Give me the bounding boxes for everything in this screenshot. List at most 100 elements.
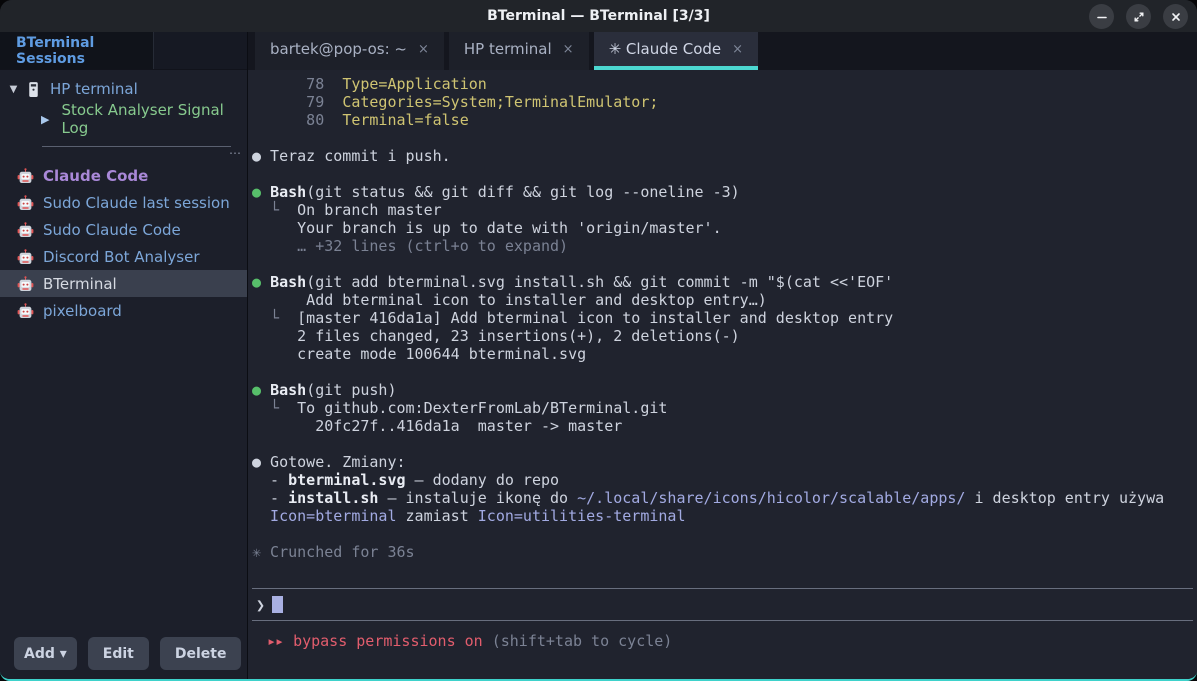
sidebar-divider-handle[interactable]: … bbox=[0, 134, 247, 160]
terminal-text-segment: ✳ Crunched for 36s bbox=[252, 543, 415, 561]
session-item-label: pixelboard bbox=[43, 302, 122, 320]
session-item-label: BTerminal bbox=[43, 275, 117, 293]
robot-icon bbox=[17, 222, 34, 238]
delete-button[interactable]: Delete bbox=[160, 637, 242, 670]
terminal-text-segment: 20fc27f..416da1a master -> master bbox=[252, 417, 622, 435]
robot-icon bbox=[17, 303, 34, 319]
terminal-text-segment: ● bbox=[252, 381, 270, 399]
maximize-button[interactable] bbox=[1126, 4, 1151, 29]
terminal-text-segment: On branch master bbox=[297, 201, 442, 219]
tree-item-stock-analyser-signal-log[interactable]: ▶ Stock Analyser Signal Log bbox=[0, 104, 247, 134]
terminal-text-segment: Add bterminal icon to installer and desk… bbox=[252, 291, 767, 309]
terminal-text-segment: zamiast bbox=[397, 507, 478, 525]
text-cursor bbox=[272, 596, 283, 613]
permissions-status-line: ▸▸ bypass permissions on (shift+tab to cyc… bbox=[252, 632, 1193, 650]
tree-item-label: HP terminal bbox=[50, 80, 138, 98]
terminal-text-segment: ● bbox=[252, 273, 270, 291]
tree-item-hp-terminal[interactable]: ▼ HP terminal bbox=[0, 74, 247, 104]
terminal-text-segment: 78 bbox=[252, 75, 342, 93]
divider-dots-icon: … bbox=[229, 143, 242, 157]
terminal-text-segment: Terminal=false bbox=[342, 111, 468, 129]
tree-item-label: Stock Analyser Signal Log bbox=[61, 101, 247, 137]
terminal-text-segment: Bash bbox=[270, 381, 306, 399]
terminal-text-segment: ~/.local/share/icons/hicolor/scalable/ap… bbox=[577, 489, 965, 507]
terminal-text-segment: ● Gotowe. Zmiany: bbox=[252, 453, 406, 471]
divider-line bbox=[42, 146, 231, 147]
terminal-text-segment: Icon=bterminal bbox=[252, 507, 397, 525]
terminal-text-segment: └ bbox=[252, 201, 297, 219]
robot-icon bbox=[17, 276, 34, 292]
play-icon: ▶ bbox=[41, 113, 49, 126]
terminal-text-segment: To github.com:DexterFromLab/BTerminal.gi… bbox=[297, 399, 667, 417]
terminal-text-segment: Icon=utilities-terminal bbox=[478, 507, 686, 525]
computer-icon bbox=[27, 81, 41, 98]
terminal-text-segment: i desktop entry używa bbox=[965, 489, 1164, 507]
session-item-bterminal[interactable]: BTerminal bbox=[0, 270, 247, 297]
terminal-text-segment: └ bbox=[252, 309, 297, 327]
tab-hp-terminal[interactable]: HP terminal × bbox=[449, 32, 589, 70]
session-item-sudo-claude-code[interactable]: Sudo Claude Code bbox=[0, 216, 247, 243]
terminal-text-segment: - bbox=[252, 489, 288, 507]
terminal-text-segment: Categories=System;TerminalEmulator; bbox=[342, 93, 658, 111]
window-title: BTerminal — BTerminal [3/3] bbox=[487, 8, 710, 24]
collapse-arrow-icon[interactable]: ▼ bbox=[5, 84, 22, 95]
session-tree: ▼ HP terminal ▶ Stock Analyser Signal Lo… bbox=[0, 70, 247, 160]
terminal-text-segment: 2 files changed, 23 insertions(+), 2 del… bbox=[252, 327, 740, 345]
titlebar[interactable]: BTerminal — BTerminal [3/3] bbox=[0, 0, 1197, 32]
sidebar-button-row: Add ▾ Edit Delete bbox=[14, 637, 241, 670]
sidebar-header: BTerminal Sessions bbox=[0, 32, 247, 70]
terminal-text-segment: bterminal.svg bbox=[288, 471, 405, 489]
terminal-text-segment: create mode 100644 bterminal.svg bbox=[252, 345, 586, 363]
double-arrow-icon: ▸▸ bbox=[267, 632, 283, 650]
add-button[interactable]: Add ▾ bbox=[14, 637, 77, 670]
tab-close-icon[interactable]: × bbox=[563, 42, 574, 57]
tab-bar: bartek@pop-os: ~×HP terminal×✳ Claude Co… bbox=[248, 32, 1197, 70]
tab-close-icon[interactable]: × bbox=[418, 42, 429, 57]
terminal-text-segment: (git status && git diff && git log --one… bbox=[306, 183, 739, 201]
session-item-pixelboard[interactable]: pixelboard bbox=[0, 297, 247, 324]
terminal-text-segment: - bbox=[252, 471, 288, 489]
terminal-pane[interactable]: 78 Type=Application 79 Categories=System… bbox=[248, 70, 1197, 679]
terminal-text-segment: └ bbox=[252, 399, 297, 417]
robot-icon bbox=[17, 249, 34, 265]
terminal-text-segment: ● Teraz commit i push. bbox=[252, 147, 451, 165]
tab-bartek-pop-os[interactable]: bartek@pop-os: ~ × bbox=[255, 32, 444, 70]
session-item-claude-code[interactable]: Claude Code bbox=[0, 162, 247, 189]
session-item-discord-bot-analyser[interactable]: Discord Bot Analyser bbox=[0, 243, 247, 270]
tab-claude-code[interactable]: ✳ Claude Code× bbox=[594, 32, 759, 70]
session-item-label: Sudo Claude last session bbox=[43, 194, 230, 212]
terminal-text-segment: (git add bterminal.svg install.sh && git… bbox=[306, 273, 893, 291]
maximize-icon bbox=[1133, 11, 1145, 23]
terminal-text-segment: 80 bbox=[252, 111, 342, 129]
tab-close-icon[interactable]: × bbox=[732, 42, 743, 57]
session-item-label: Sudo Claude Code bbox=[43, 221, 181, 239]
terminal-text-segment: Bash bbox=[270, 183, 306, 201]
terminal-text-segment: — instaluje ikonę do bbox=[378, 489, 577, 507]
edit-button[interactable]: Edit bbox=[88, 637, 149, 670]
cycle-hint-text: (shift+tab to cycle) bbox=[492, 632, 673, 650]
minimize-button[interactable] bbox=[1089, 4, 1114, 29]
prompt-chevron-icon: ❯ bbox=[256, 596, 265, 614]
session-item-label: Claude Code bbox=[43, 167, 148, 185]
tab-label: bartek@pop-os: ~ bbox=[270, 40, 407, 58]
terminal-text-segment: (git push) bbox=[306, 381, 396, 399]
close-icon bbox=[1170, 11, 1182, 23]
sessions-sidebar: BTerminal Sessions ▼ HP terminal ▶ Stock… bbox=[0, 32, 248, 679]
permissions-mode-text: bypass permissions on bbox=[293, 632, 483, 650]
terminal-text-segment: — dodany do repo bbox=[406, 471, 560, 489]
terminal-text-segment: ● bbox=[252, 183, 270, 201]
terminal-text-segment: … +32 lines (ctrl+o to expand) bbox=[252, 237, 568, 255]
terminal-text-segment: Type=Application bbox=[342, 75, 487, 93]
session-item-label: Discord Bot Analyser bbox=[43, 248, 199, 266]
window-controls bbox=[1089, 4, 1188, 29]
close-button[interactable] bbox=[1163, 4, 1188, 29]
terminal-text-segment: Bash bbox=[270, 273, 306, 291]
terminal-output[interactable]: 78 Type=Application 79 Categories=System… bbox=[252, 75, 1193, 561]
session-item-sudo-claude-last-session[interactable]: Sudo Claude last session bbox=[0, 189, 247, 216]
terminal-text-segment: Your branch is up to date with 'origin/m… bbox=[252, 219, 722, 237]
main-area: BTerminal Sessions ▼ HP terminal ▶ Stock… bbox=[0, 32, 1197, 679]
terminal-text-segment: [master 416da1a] Add bterminal icon to i… bbox=[297, 309, 893, 327]
prompt-input[interactable]: ❯ bbox=[252, 588, 1193, 621]
bterminal-window: BTerminal — BTerminal [3/3] BTerminal Se… bbox=[0, 0, 1197, 681]
tab-label: HP terminal bbox=[464, 40, 552, 58]
